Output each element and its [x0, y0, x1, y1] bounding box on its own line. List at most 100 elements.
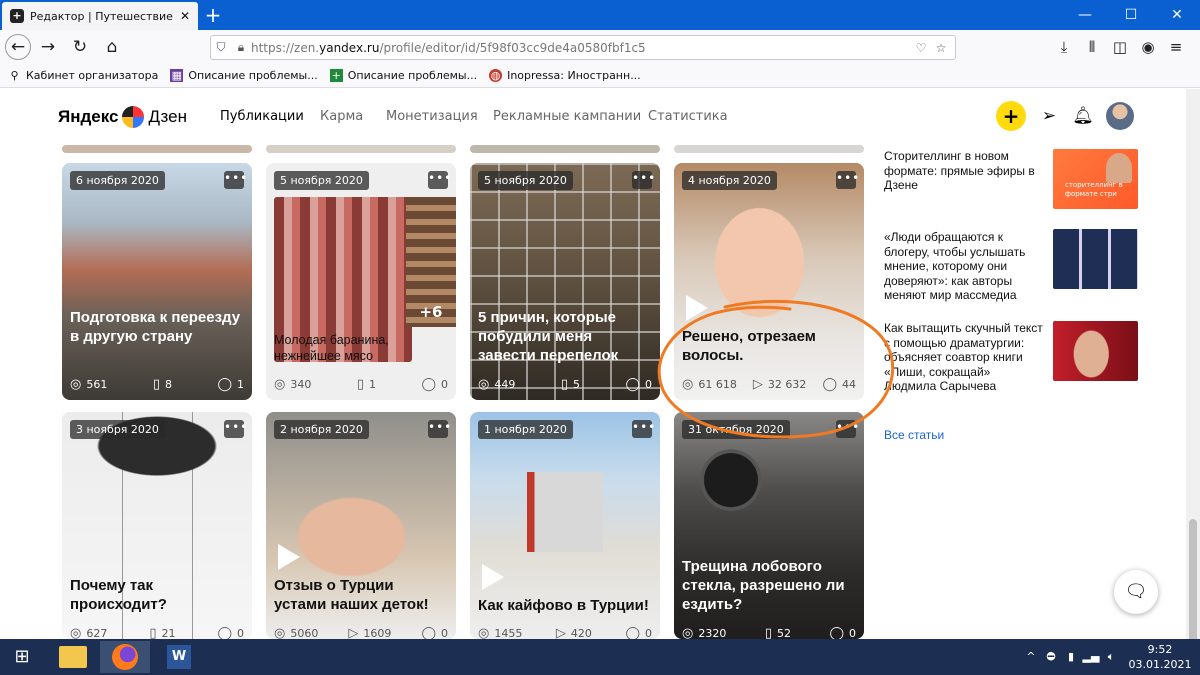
word-icon[interactable]: W [154, 641, 204, 673]
card-more-button[interactable]: ••• [428, 420, 451, 438]
create-plus-button[interactable]: + [996, 101, 1026, 131]
views-icon: ◎ [478, 626, 490, 639]
article-card[interactable]: 4 ноября 2020 ••• Решено, отрезаем волос… [674, 163, 864, 400]
card-partial [266, 145, 456, 153]
grid-icon: ▦ [170, 69, 184, 82]
article-card[interactable]: 3 ноября 2020 ••• Почему так происходит?… [62, 412, 252, 639]
comments-icon: ◯ [217, 626, 232, 639]
tray-app-icon[interactable]: ⛔︎ [1042, 639, 1060, 675]
card-date: 31 октября 2020 [682, 420, 790, 439]
shield-icon[interactable]: ⛉ [211, 40, 231, 55]
menu-karma[interactable]: Карма [320, 109, 363, 124]
bell-icon[interactable]: 🔔︎ [1070, 103, 1096, 129]
sidebar-article-thumbnail[interactable] [1053, 321, 1138, 381]
bookmark-item[interactable]: ▦ Описание проблемы... [170, 69, 318, 82]
browser-tab-bar: + Редактор | Путешествие по ж ✕ + — ☐ ✕ [0, 0, 1200, 30]
windows-start-icon[interactable]: ⊞ [0, 639, 44, 675]
article-card[interactable]: 6 ноября 2020 ••• Подготовка к переезду … [62, 163, 252, 400]
menu-icon[interactable]: ≡ [1162, 33, 1190, 61]
volume-icon[interactable]: 🔈︎ [1102, 639, 1120, 675]
reads-book-icon: ▯ [356, 377, 364, 392]
article-card[interactable]: 5 ноября 2020 ••• 5 причин, которые побу… [470, 163, 660, 400]
views-icon: ◎ [478, 377, 490, 392]
sidebar-icon[interactable]: ◫ [1106, 33, 1134, 61]
card-date: 6 ноября 2020 [70, 171, 165, 190]
sidebar-article[interactable]: Как вытащить скучный текст с помощью дра… [884, 321, 1044, 394]
all-articles-link[interactable]: Все статьи [884, 428, 944, 442]
library-icon[interactable]: ⫴ [1078, 33, 1106, 61]
presenter-photo [1106, 153, 1132, 183]
minimize-icon[interactable]: — [1062, 0, 1108, 30]
menu-publications[interactable]: Публикации [220, 109, 304, 124]
person-icon: ⚲ [10, 69, 19, 82]
card-more-button[interactable]: ••• [632, 171, 655, 189]
new-tab-icon[interactable]: + [202, 4, 224, 26]
browser-tab[interactable]: + Редактор | Путешествие по ж ✕ [2, 2, 198, 30]
chat-support-icon[interactable]: 🗨︎ [1114, 570, 1158, 614]
forward-icon[interactable]: → [33, 32, 63, 62]
views-icon: ◎ [70, 377, 82, 392]
card-stats: ◎ 340 ▯ 1 ◯ 0 [274, 377, 448, 392]
avatar[interactable] [1106, 102, 1134, 130]
card-more-button[interactable]: ••• [224, 171, 247, 189]
bookmark-item[interactable]: + Описание проблемы... [329, 69, 477, 82]
menu-statistics[interactable]: Статистика [648, 109, 728, 124]
close-tab-icon[interactable]: ✕ [180, 9, 190, 23]
back-icon[interactable]: ← [5, 34, 31, 60]
card-date: 2 ноября 2020 [274, 420, 369, 439]
sidebar-article-thumbnail[interactable] [1053, 229, 1138, 289]
card-more-button[interactable]: ••• [632, 420, 655, 438]
menu-ad-campaigns[interactable]: Рекламные кампании [493, 109, 641, 124]
card-date: 5 ноября 2020 [478, 171, 573, 190]
taskbar-clock[interactable]: 9:52 03.01.2021 [1128, 642, 1192, 672]
download-icon[interactable]: ⤓ [1050, 33, 1078, 61]
card-title: Решено, отрезаем волосы. [682, 328, 816, 364]
play-icon [686, 295, 708, 321]
battery-icon[interactable]: ▮ [1062, 639, 1080, 675]
card-stats: ◎ 61 618 ▷ 32 632 ◯ 44 [682, 377, 856, 392]
reads-book-icon: ▯ [149, 626, 157, 639]
card-date: 3 ноября 2020 [70, 420, 165, 439]
article-card[interactable]: 2 ноября 2020 ••• Отзыв о Турции устами … [266, 412, 456, 639]
article-card[interactable]: 31 октября 2020 ••• Трещина лобового сте… [674, 412, 864, 639]
sidebar-article[interactable]: Сторителлинг в новом формате: прямые эфи… [884, 149, 1044, 193]
card-more-button[interactable]: ••• [836, 420, 859, 438]
card-stats: ◎ 449 ▯ 5 ◯ 0 [478, 377, 652, 392]
sidebar-article-thumbnail[interactable]: сторителлинг в формате стри [1053, 149, 1138, 209]
maximize-icon[interactable]: ☐ [1108, 0, 1154, 30]
page-scrollbar[interactable] [1186, 89, 1200, 675]
file-explorer-icon[interactable] [48, 641, 98, 673]
zen-logo[interactable]: Яндекс Дзен [58, 106, 187, 128]
article-card[interactable]: +6 5 ноября 2020 ••• Молодая баранина, н… [266, 163, 456, 400]
windows-taskbar: ⊞ W ^ ⛔︎ ▮ ▂▄ 🔈︎ 9:52 03.01.2021 [0, 639, 1200, 675]
bookmark-star-icon[interactable]: ☆ [931, 41, 951, 55]
address-bar[interactable]: ⛉ 🔒︎ https://zen.yandex.ru/profile/edito… [210, 35, 956, 60]
close-window-icon[interactable]: ✕ [1154, 0, 1200, 30]
lock-icon[interactable]: 🔒︎ [231, 40, 251, 55]
send-icon[interactable]: ➢ [1036, 103, 1062, 129]
bookmark-item[interactable]: ⚲ Кабинет организатора [8, 69, 158, 82]
card-stats: ◎ 627 ▯ 21 ◯ 0 [70, 626, 244, 639]
reload-icon[interactable]: ↻ [65, 32, 95, 62]
menu-monetization[interactable]: Монетизация [386, 109, 478, 124]
network-icon[interactable]: ▂▄ [1082, 639, 1100, 675]
video-plays-icon: ▷ [752, 377, 763, 392]
card-title: Молодая баранина, нежнейшее мясо [274, 333, 389, 363]
card-more-button[interactable]: ••• [224, 420, 247, 438]
bookmark-item[interactable]: ◍ Inopressa: Иностранн... [489, 69, 641, 82]
firefox-icon[interactable] [100, 641, 150, 673]
card-more-button[interactable]: ••• [836, 171, 859, 189]
bookmarks-bar: ⚲ Кабинет организатора ▦ Описание пробле… [0, 64, 1200, 88]
tab-title: Редактор | Путешествие по ж [30, 9, 176, 23]
home-icon[interactable]: ⌂ [97, 32, 127, 62]
card-more-button[interactable]: ••• [428, 171, 451, 189]
account-icon[interactable]: ◉ [1134, 33, 1162, 61]
thumb-caption: сторителлинг в формате стри [1065, 181, 1123, 198]
card-stats: ◎ 2320 ▯ 52 ◯ 0 [682, 626, 856, 639]
card-title: Почему так происходит? [70, 577, 167, 613]
article-card[interactable]: 1 ноября 2020 ••• Как кайфово в Турции! … [470, 412, 660, 639]
pocket-icon[interactable]: ♡ [911, 41, 931, 55]
tray-up-arrow-icon[interactable]: ^ [1022, 639, 1040, 675]
url-text[interactable]: https://zen.yandex.ru/profile/editor/id/… [251, 41, 911, 55]
sidebar-article[interactable]: «Люди обращаются к блогеру, чтобы услыша… [884, 230, 1044, 303]
